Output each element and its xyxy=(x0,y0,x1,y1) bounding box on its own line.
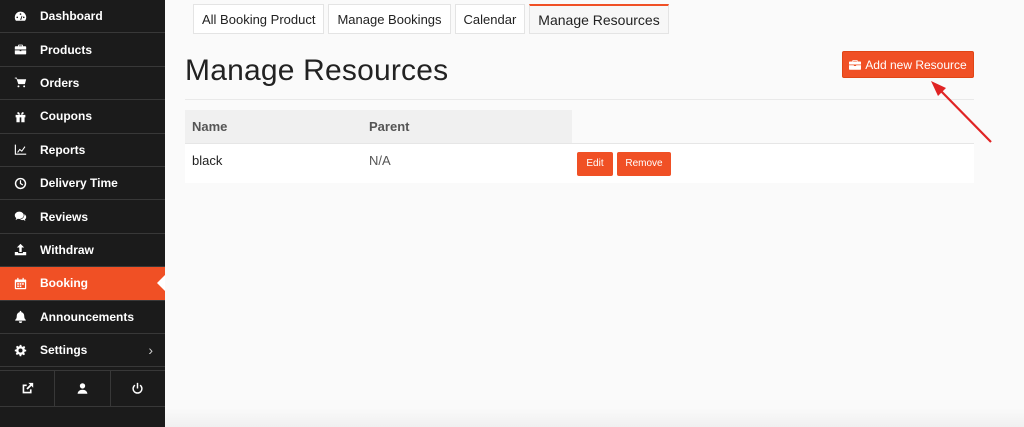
annotation-arrow xyxy=(931,81,992,143)
